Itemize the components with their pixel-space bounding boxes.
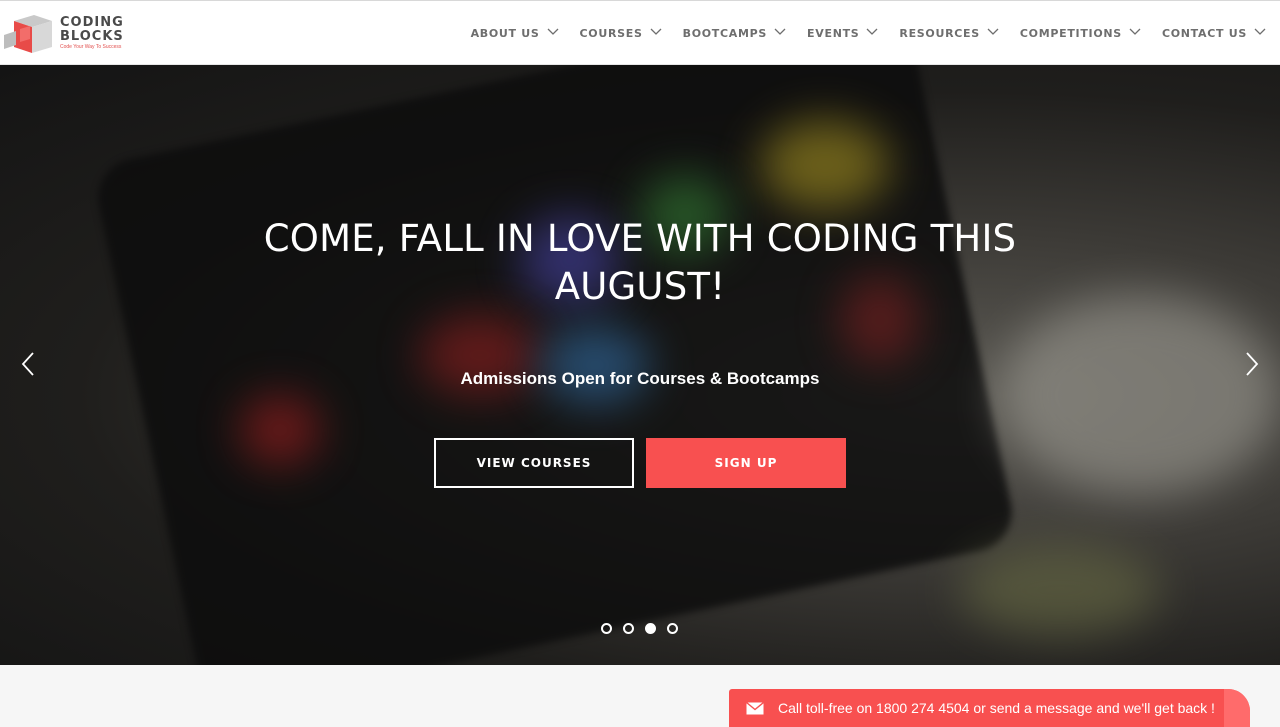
logo-tagline: Code Your Way To Success (60, 44, 122, 50)
nav-item-about-us[interactable]: ABOUT US (471, 27, 559, 40)
carousel-dot[interactable] (667, 623, 678, 634)
chevron-down-icon (1254, 28, 1266, 35)
chevron-down-icon (650, 28, 662, 35)
hero-title: COME, FALL IN LOVE WITH CODING THIS AUGU… (263, 217, 1017, 308)
nav-label: COMPETITIONS (1019, 26, 1122, 40)
callbar-text: Call toll-free on 1800 274 4504 or send … (778, 700, 1215, 716)
chevron-down-icon (774, 28, 786, 35)
toll-free-callback-bar[interactable]: Call toll-free on 1800 274 4504 or send … (729, 689, 1250, 727)
carousel-indicators (601, 623, 689, 634)
nav-label: RESOURCES (899, 26, 980, 40)
site-header: CODING BLOCKS Code Your Way To Success A… (0, 0, 1280, 65)
nav-label: CONTACT US (1161, 26, 1247, 40)
background-sticker (760, 120, 890, 210)
nav-label: ABOUT US (470, 26, 540, 40)
logo-line-1: CODING (60, 15, 124, 30)
carousel-dot-active[interactable] (645, 623, 656, 634)
background-sticker (240, 395, 320, 465)
logo-wordmark: CODING BLOCKS (60, 16, 124, 44)
sign-up-button[interactable]: SIGN UP (646, 438, 846, 488)
nav-item-contact-us[interactable]: CONTACT US (1162, 27, 1266, 40)
nav-item-events[interactable]: EVENTS (807, 27, 878, 40)
chevron-down-icon (987, 28, 999, 35)
nav-item-competitions[interactable]: COMPETITIONS (1020, 27, 1141, 40)
mail-icon (746, 701, 764, 714)
chevron-down-icon (866, 28, 878, 35)
nav-label: COURSES (579, 26, 643, 40)
nav-label: EVENTS (807, 26, 860, 40)
carousel-dot[interactable] (623, 623, 634, 634)
view-courses-button[interactable]: VIEW COURSES (434, 438, 634, 488)
nav-item-courses[interactable]: COURSES (580, 27, 662, 40)
cube-logo-icon (4, 15, 52, 53)
nav-item-bootcamps[interactable]: BOOTCAMPS (683, 27, 786, 40)
chevron-left-icon[interactable] (20, 351, 36, 377)
carousel-dot[interactable] (601, 623, 612, 634)
background-paper (1000, 295, 1280, 495)
logo-line-2: BLOCKS (60, 29, 124, 44)
nav-item-resources[interactable]: RESOURCES (899, 26, 999, 40)
hero-subtitle: Admissions Open for Courses & Bootcamps (460, 369, 820, 388)
main-nav: ABOUT US COURSES BOOTCAMPS EVENTS RESOUR… (450, 1, 1266, 65)
background-sticker (540, 325, 650, 405)
callbar-corner (1224, 689, 1250, 727)
chevron-right-icon[interactable] (1244, 351, 1260, 377)
hero-carousel: COME, FALL IN LOVE WITH CODING THIS AUGU… (0, 65, 1280, 665)
chevron-down-icon (547, 28, 558, 35)
coding-blocks-logo[interactable]: CODING BLOCKS Code Your Way To Success (4, 13, 129, 55)
nav-label: BOOTCAMPS (682, 26, 768, 40)
background-note (960, 545, 1160, 635)
chevron-down-icon (1129, 28, 1141, 35)
